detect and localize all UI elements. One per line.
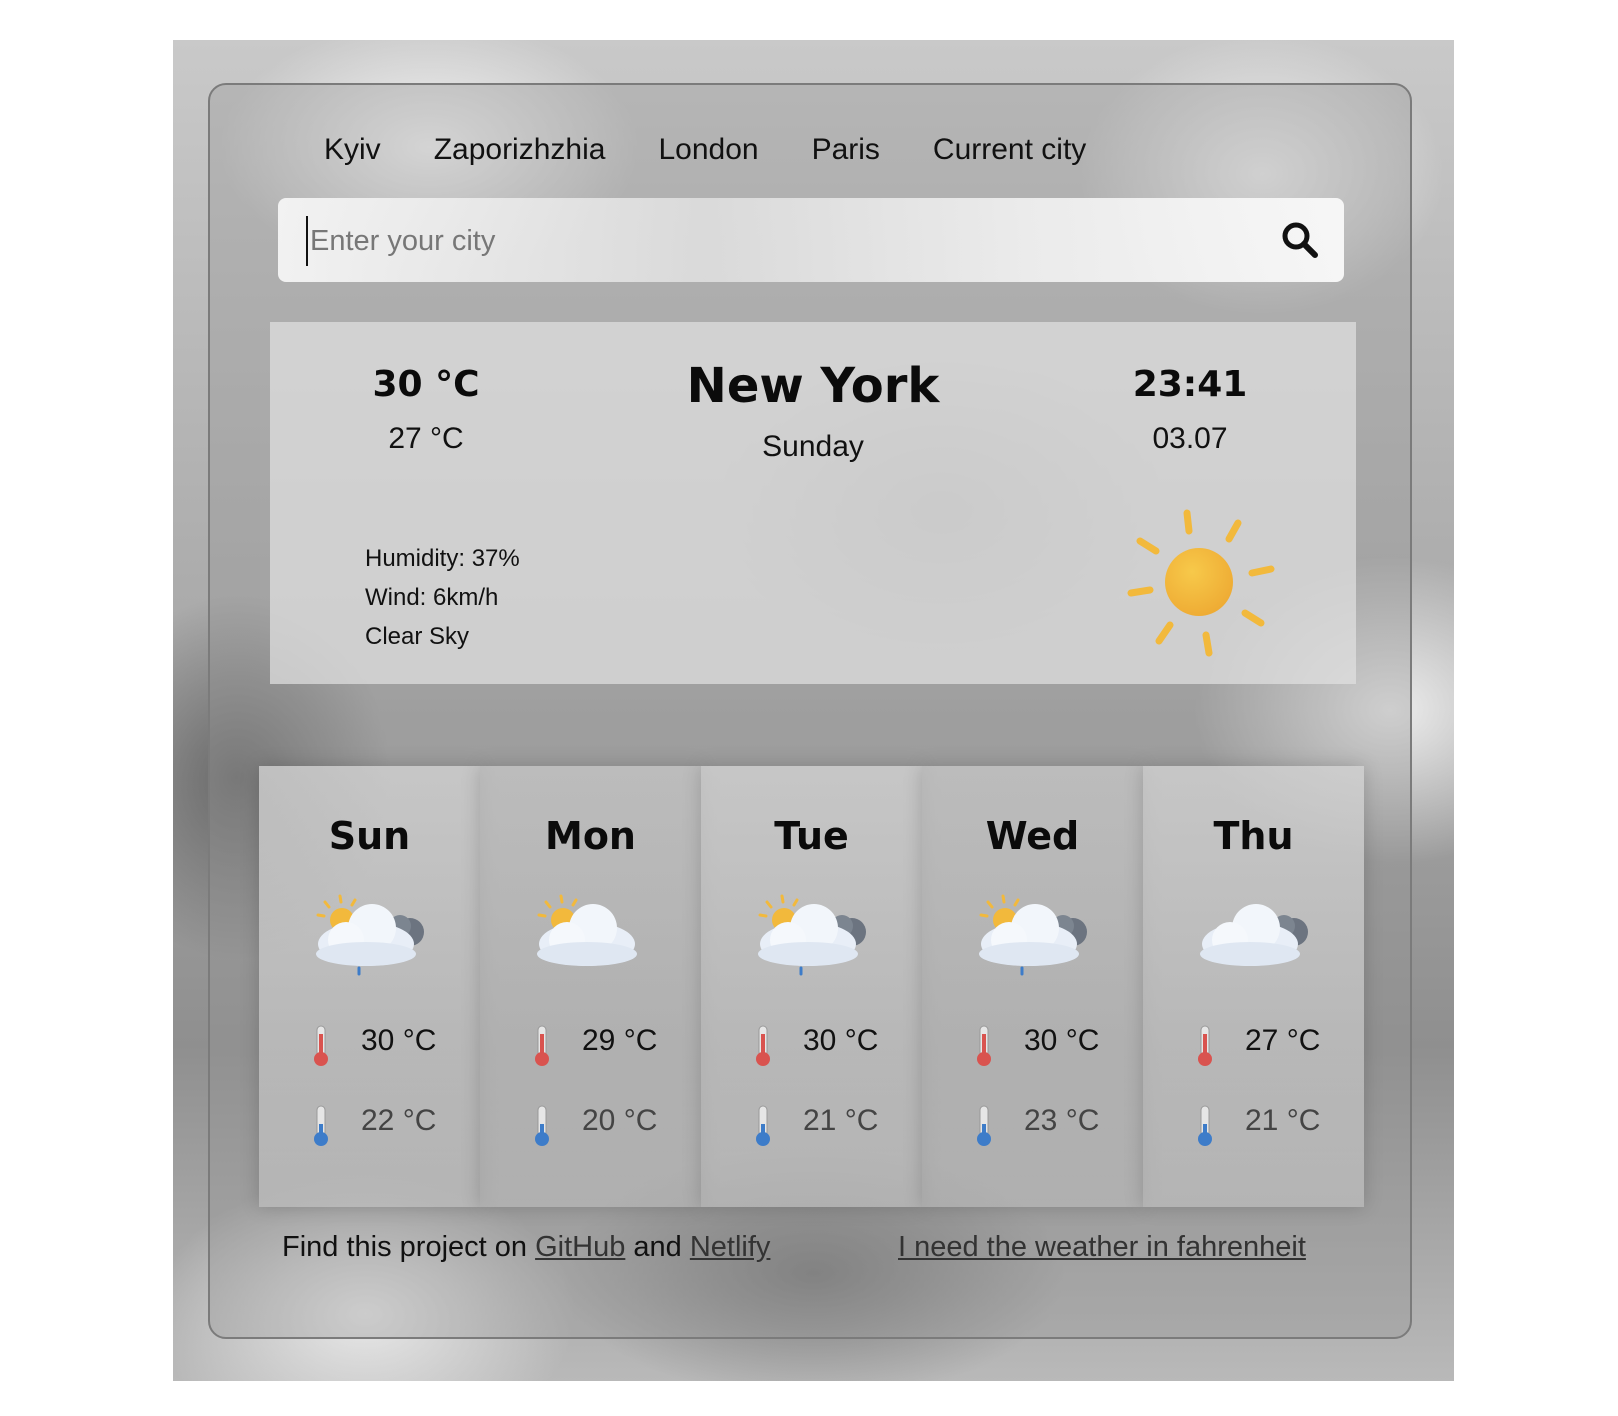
current-temperature: 30 °C: [372, 364, 480, 405]
thermometer-cold-icon: [977, 1105, 991, 1146]
fahrenheit-link[interactable]: I need the weather in fahrenheit: [898, 1231, 1306, 1263]
city-link-zaporizhzhia[interactable]: Zaporizhzhia: [434, 133, 606, 167]
forecast-day-card: Wed 30 °C 23 °C: [922, 766, 1143, 1207]
weather-details: Humidity: 37% Wind: 6km/h Clear Sky: [365, 539, 520, 656]
forecast-max-temp: 30 °C: [361, 1024, 437, 1057]
sun-cloud-rain-icon: [979, 894, 1087, 976]
forecast-day-card: Mon 29 °C 20 °C: [480, 766, 701, 1207]
forecast-row: Sun 30 °C 22 °C Mon 29 °C 20 °C Tue 30 °…: [259, 766, 1364, 1207]
forecast-max-temp: 30 °C: [1024, 1024, 1100, 1057]
sun-cloud-rain-icon: [758, 894, 866, 976]
city-link-paris[interactable]: Paris: [812, 133, 880, 167]
thermometer-hot-icon: [1198, 1025, 1212, 1066]
feels-like-temperature: 27 °C: [388, 422, 464, 455]
cloud-icon: [1200, 904, 1308, 966]
search-bar: [278, 198, 1344, 282]
city-link-kyiv[interactable]: Kyiv: [324, 133, 381, 167]
forecast-day-card: Thu 27 °C 21 °C: [1143, 766, 1364, 1207]
forecast-min-temp: 21 °C: [1245, 1104, 1321, 1137]
forecast-day-card: Sun 30 °C 22 °C: [259, 766, 480, 1207]
footer-text: Find this project on: [282, 1231, 536, 1263]
city-nav: Kyiv Zaporizhzhia London Paris Current c…: [324, 133, 1139, 167]
forecast-day-name: Mon: [545, 814, 636, 858]
footer-credits: Find this project on GitHub and Netlify: [282, 1231, 770, 1264]
sun-cloud-icon: [537, 894, 637, 966]
forecast-day-name: Tue: [774, 814, 849, 858]
thermometer-cold-icon: [314, 1105, 328, 1146]
forecast-max-temp: 30 °C: [803, 1024, 879, 1057]
thermometer-cold-icon: [535, 1105, 549, 1146]
forecast-min-temp: 21 °C: [803, 1104, 879, 1137]
netlify-link[interactable]: Netlify: [690, 1231, 771, 1263]
thermometer-hot-icon: [756, 1025, 770, 1066]
city-link-current[interactable]: Current city: [933, 133, 1086, 167]
current-weather-panel: 30 °C 27 °C New York Sunday 23:41 03.07 …: [270, 322, 1356, 684]
sun-cloud-rain-icon: [316, 894, 424, 976]
weather-app-card: Kyiv Zaporizhzhia London Paris Current c…: [208, 83, 1412, 1339]
footer-and: and: [625, 1231, 690, 1263]
github-link[interactable]: GitHub: [535, 1231, 625, 1263]
weekday: Sunday: [762, 430, 864, 463]
weather-description: Clear Sky: [365, 623, 470, 650]
search-icon[interactable]: [1280, 220, 1320, 260]
fahrenheit-toggle: I need the weather in fahrenheit: [898, 1231, 1306, 1264]
thermometer-hot-icon: [314, 1025, 328, 1066]
forecast-min-temp: 22 °C: [361, 1104, 437, 1137]
forecast-day-name: Thu: [1213, 814, 1294, 858]
forecast-day-name: Sun: [328, 814, 411, 858]
thermometer-cold-icon: [1198, 1105, 1212, 1146]
wind: Wind: 6km/h: [365, 584, 499, 611]
forecast-max-temp: 27 °C: [1245, 1024, 1321, 1057]
forecast-min-temp: 20 °C: [582, 1104, 658, 1137]
current-date: 03.07: [1152, 422, 1228, 455]
city-name: New York: [686, 358, 940, 414]
city-link-london[interactable]: London: [658, 133, 758, 167]
sun-icon: [1127, 509, 1275, 657]
thermometer-hot-icon: [977, 1025, 991, 1066]
forecast-day-name: Wed: [985, 814, 1080, 858]
forecast-max-temp: 29 °C: [582, 1024, 658, 1057]
thermometer-hot-icon: [535, 1025, 549, 1066]
thermometer-cold-icon: [756, 1105, 770, 1146]
forecast-day-card: Tue 30 °C 21 °C: [701, 766, 922, 1207]
humidity: Humidity: 37%: [365, 545, 520, 572]
forecast-min-temp: 23 °C: [1024, 1104, 1100, 1137]
search-input[interactable]: [306, 216, 1252, 266]
current-time: 23:41: [1132, 364, 1248, 405]
